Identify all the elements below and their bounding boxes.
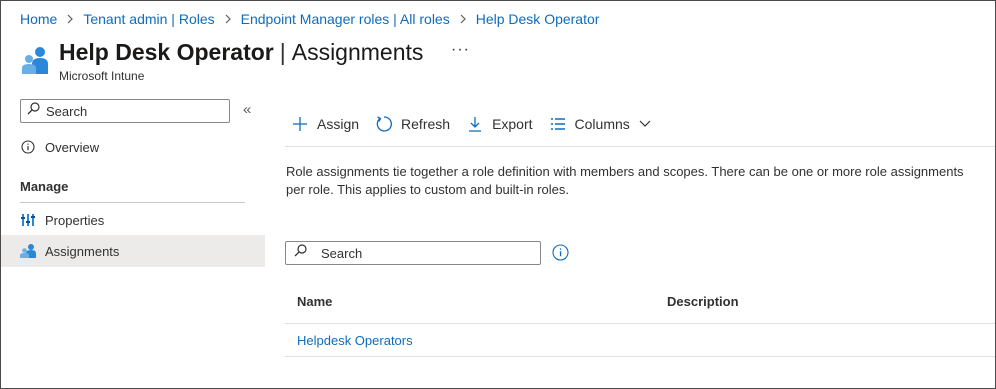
page-title: Help Desk Operator | Assignments bbox=[59, 37, 423, 67]
info-icon bbox=[20, 139, 36, 155]
refresh-label: Refresh bbox=[401, 116, 451, 132]
role-assignments-description: Role assignments tie together a role def… bbox=[286, 164, 964, 197]
sidebar-item-label: Properties bbox=[45, 212, 105, 228]
breadcrumb-endpoint-manager-roles[interactable]: Endpoint Manager roles | All roles bbox=[241, 11, 450, 27]
chevron-right-icon bbox=[223, 14, 233, 24]
chevron-right-icon bbox=[65, 14, 75, 24]
sidebar-item-overview[interactable]: Overview bbox=[1, 131, 265, 163]
columns-button[interactable]: Columns bbox=[549, 115, 651, 133]
page-title-main: Help Desk Operator bbox=[59, 39, 274, 65]
more-options-button[interactable]: ··· bbox=[451, 41, 470, 59]
assign-label: Assign bbox=[317, 116, 360, 132]
assignment-name-link[interactable]: Helpdesk Operators bbox=[297, 333, 413, 348]
breadcrumb: Home Tenant admin | Roles Endpoint Manag… bbox=[20, 10, 599, 28]
command-bar: Assign Refresh Export Columns bbox=[291, 113, 667, 135]
collapse-sidebar-button[interactable]: « bbox=[243, 101, 251, 118]
info-icon[interactable] bbox=[552, 244, 569, 261]
sidebar-item-assignments[interactable]: Assignments bbox=[1, 235, 265, 267]
assignments-icon bbox=[20, 243, 36, 259]
sidebar-item-properties[interactable]: Properties bbox=[1, 204, 265, 236]
page-title-sub: Assignments bbox=[291, 39, 424, 65]
page-subtitle: Microsoft Intune bbox=[59, 69, 145, 83]
role-users-icon bbox=[20, 45, 50, 75]
sidebar-section-manage: Manage bbox=[20, 179, 69, 194]
sidebar-search-input[interactable] bbox=[46, 103, 216, 119]
assignments-search bbox=[285, 241, 541, 265]
plus-icon bbox=[291, 115, 309, 133]
title-separator: | bbox=[279, 39, 286, 65]
chevron-down-icon bbox=[639, 120, 651, 128]
sidebar-divider bbox=[20, 202, 245, 203]
column-header-name[interactable]: Name bbox=[297, 294, 332, 309]
export-button[interactable]: Export bbox=[466, 115, 533, 133]
breadcrumb-help-desk-operator[interactable]: Help Desk Operator bbox=[476, 11, 600, 27]
sidebar-item-label: Assignments bbox=[45, 243, 120, 259]
columns-list-icon bbox=[549, 115, 567, 133]
table-row-divider bbox=[285, 356, 995, 357]
export-label: Export bbox=[492, 116, 533, 132]
table-header-divider bbox=[285, 323, 995, 324]
search-icon bbox=[27, 102, 40, 120]
command-bar-divider bbox=[285, 146, 995, 147]
sidebar-search bbox=[20, 99, 230, 123]
portal-blade: Home Tenant admin | Roles Endpoint Manag… bbox=[0, 0, 996, 389]
assignments-search-input[interactable] bbox=[321, 245, 531, 261]
breadcrumb-home[interactable]: Home bbox=[20, 11, 57, 27]
download-icon bbox=[466, 115, 484, 133]
sidebar-item-label: Overview bbox=[45, 139, 100, 155]
assign-button[interactable]: Assign bbox=[291, 115, 359, 133]
properties-icon bbox=[20, 212, 36, 228]
breadcrumb-tenant-admin-roles[interactable]: Tenant admin | Roles bbox=[83, 11, 214, 27]
column-header-description[interactable]: Description bbox=[667, 294, 739, 309]
columns-label: Columns bbox=[574, 116, 630, 132]
chevron-right-icon bbox=[458, 14, 468, 24]
refresh-button[interactable]: Refresh bbox=[375, 115, 450, 133]
refresh-icon bbox=[375, 115, 393, 133]
search-icon bbox=[294, 244, 307, 262]
